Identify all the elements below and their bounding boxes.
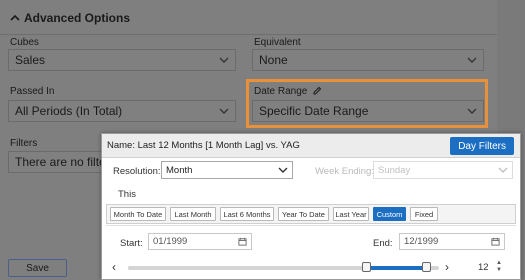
custom-button[interactable]: Custom: [373, 207, 406, 221]
equivalent-label: Equivalent: [254, 37, 301, 48]
cubes-label: Cubes: [10, 37, 39, 48]
calendar-icon[interactable]: [238, 237, 247, 246]
filters-label: Filters: [10, 138, 38, 149]
start-date-value: 01/1999: [153, 236, 188, 247]
chevron-up-icon: [10, 14, 20, 21]
week-ending-select: Sunday: [373, 161, 513, 179]
popup-title: Name: Last 12 Months [1 Month Lag] vs. Y…: [107, 140, 300, 151]
resolution-label: Resolution:: [113, 166, 161, 177]
start-label: Start:: [120, 238, 143, 249]
period-count: 12: [478, 262, 489, 273]
chevron-down-icon: [219, 57, 229, 63]
advanced-options-header[interactable]: Advanced Options: [10, 11, 130, 25]
popup-header: Name: Last 12 Months [1 Month Lag] vs. Y…: [102, 134, 520, 158]
month-to-date-button[interactable]: Month To Date: [110, 207, 166, 221]
slider-start-handle[interactable]: [362, 262, 371, 272]
slider-range-fill: [366, 266, 427, 270]
last-month-button[interactable]: Last Month: [170, 207, 216, 221]
week-ending-label: Week Ending:: [315, 166, 374, 177]
week-ending-value: Sunday: [378, 164, 411, 176]
year-to-date-button[interactable]: Year To Date: [278, 207, 329, 221]
last-6-months-button[interactable]: Last 6 Months: [220, 207, 274, 221]
slider-end-handle[interactable]: [422, 262, 431, 272]
chevron-down-icon: [219, 108, 229, 114]
period-button-row: Month To Date Last Month Last 6 Months Y…: [106, 204, 516, 224]
calendar-icon[interactable]: [491, 237, 500, 246]
this-label: This: [118, 189, 136, 200]
slider-right-arrow[interactable]: ›: [445, 260, 449, 274]
fixed-button[interactable]: Fixed: [410, 207, 438, 221]
last-year-button[interactable]: Last Year: [333, 207, 369, 221]
end-label: End:: [373, 238, 393, 249]
equivalent-value: None: [259, 53, 288, 67]
chevron-down-icon: [278, 167, 288, 173]
passed-in-label: Passed In: [10, 86, 55, 97]
end-date-value: 12/1999: [404, 236, 439, 247]
stepper-up-icon[interactable]: ▲: [496, 260, 502, 267]
passed-in-select[interactable]: All Periods (In Total): [8, 100, 236, 122]
filters-value: There are no filter: [15, 155, 110, 169]
filters-field[interactable]: There are no filter: [8, 151, 110, 173]
date-range-highlight: [246, 79, 488, 128]
advanced-options-title: Advanced Options: [24, 11, 131, 25]
divider: [0, 34, 497, 35]
chevron-down-icon: [498, 167, 508, 173]
start-date-input[interactable]: 01/1999: [148, 233, 252, 250]
stepper-down-icon[interactable]: ▼: [496, 267, 502, 274]
period-count-stepper[interactable]: ▲ ▼: [493, 260, 505, 274]
resolution-select[interactable]: Month: [161, 161, 293, 179]
end-date-input[interactable]: 12/1999: [399, 233, 505, 250]
day-filters-button[interactable]: Day Filters: [450, 137, 514, 155]
save-button[interactable]: Save: [8, 259, 67, 277]
equivalent-select[interactable]: None: [252, 49, 484, 71]
chevron-down-icon: [467, 57, 477, 63]
cubes-select[interactable]: Sales: [8, 49, 236, 71]
slider-left-arrow[interactable]: ‹: [112, 260, 116, 274]
resolution-value: Month: [166, 164, 193, 176]
passed-in-value: All Periods (In Total): [15, 104, 123, 118]
cubes-value: Sales: [15, 53, 46, 67]
